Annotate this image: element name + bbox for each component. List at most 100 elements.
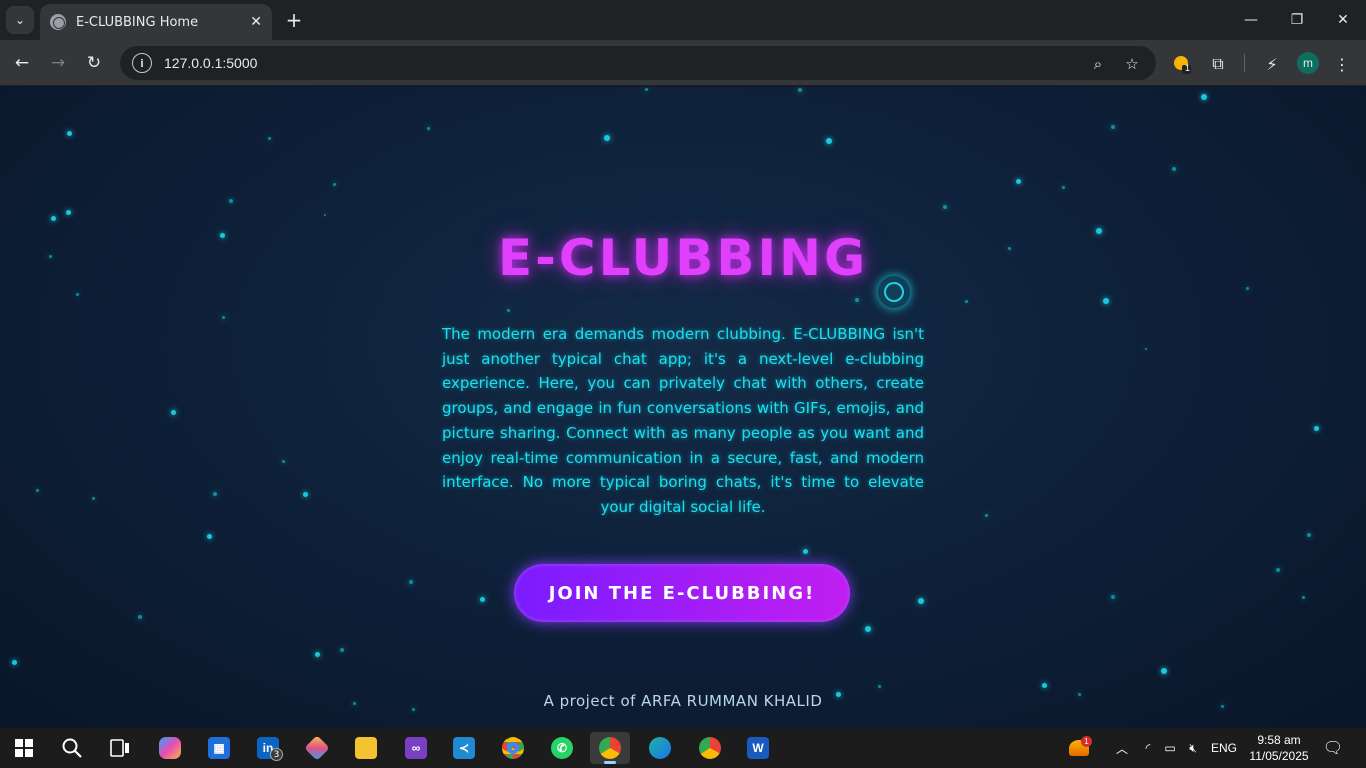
task-view-button[interactable] xyxy=(100,732,140,764)
word-button[interactable]: W xyxy=(738,732,778,764)
address-bar[interactable]: i ⌕ ☆ xyxy=(120,46,1156,80)
star-particle xyxy=(1145,348,1147,350)
whatsapp-button[interactable]: ✆ xyxy=(542,732,582,764)
chrome-alt-button[interactable] xyxy=(690,732,730,764)
star-particle xyxy=(229,199,233,203)
reload-button[interactable]: ↻ xyxy=(80,49,108,77)
star-particle xyxy=(213,492,217,496)
star-particle xyxy=(1042,683,1047,688)
weather-button[interactable]: 1 xyxy=(1064,728,1094,768)
star-particle xyxy=(36,489,39,492)
star-particle xyxy=(798,88,802,92)
performance-icon[interactable]: ⚡ xyxy=(1261,53,1283,75)
notifications-icon[interactable]: 🗨︎ xyxy=(1320,728,1346,768)
star-particle xyxy=(865,626,871,632)
cursor-glow-icon xyxy=(878,276,910,308)
landing-page: E-CLUBBING The modern era demands modern… xyxy=(0,87,1366,728)
restore-button[interactable]: ❐ xyxy=(1274,0,1320,40)
git-button[interactable] xyxy=(297,732,337,764)
new-tab-button[interactable]: + xyxy=(282,8,306,32)
volume-muted-icon[interactable]: 🔇︎ xyxy=(1183,728,1203,768)
tab-title: E-CLUBBING Home xyxy=(76,14,199,30)
whatsapp-icon: ✆ xyxy=(551,737,573,759)
chrome-profile-button[interactable] xyxy=(590,732,630,764)
star-particle xyxy=(1016,179,1021,184)
tab-search-button[interactable]: ⌄ xyxy=(6,6,34,34)
star-particle xyxy=(965,300,968,303)
star-particle xyxy=(340,648,344,652)
star-particle xyxy=(1307,533,1311,537)
url-input[interactable] xyxy=(164,55,1064,71)
star-particle xyxy=(1161,668,1167,674)
clock-date: 11/05/2025 xyxy=(1249,749,1309,763)
star-particle xyxy=(427,127,430,130)
toolbar-divider xyxy=(1244,54,1245,72)
arrow-left-icon: ← xyxy=(14,53,30,73)
file-explorer-button[interactable] xyxy=(346,732,386,764)
language-indicator[interactable]: ENG xyxy=(1208,728,1240,768)
star-particle xyxy=(507,309,510,312)
extension-icon[interactable]: 1 xyxy=(1171,53,1193,75)
extension-badge: 1 xyxy=(1185,63,1191,73)
folder-icon xyxy=(355,737,377,759)
browser-tab-bar: ⌄ E-CLUBBING Home ✕ + — ❐ ✕ xyxy=(0,0,1366,40)
battery-icon[interactable]: ▭ xyxy=(1160,728,1180,768)
star-particle xyxy=(1172,167,1176,171)
search-icon xyxy=(62,738,82,758)
star-particle xyxy=(1103,298,1109,304)
star-particle xyxy=(303,492,308,497)
close-tab-icon[interactable]: ✕ xyxy=(250,14,262,30)
chrome-button[interactable] xyxy=(493,732,533,764)
page-title: E-CLUBBING xyxy=(498,229,868,287)
visual-studio-button[interactable]: ∞ xyxy=(396,732,436,764)
back-button[interactable]: ← xyxy=(8,49,36,77)
store-icon: ▦ xyxy=(208,737,230,759)
clock[interactable]: 9:58 am 11/05/2025 xyxy=(1244,732,1314,764)
taskbar-search-button[interactable] xyxy=(52,732,92,764)
star-particle xyxy=(878,685,881,688)
star-particle xyxy=(315,652,320,657)
edge-icon xyxy=(649,737,671,759)
wifi-icon[interactable]: ◜ xyxy=(1138,728,1158,768)
menu-kebab-icon[interactable]: ⋮ xyxy=(1331,53,1353,75)
forward-button[interactable]: → xyxy=(44,49,72,77)
chrome-profile-icon xyxy=(599,737,621,759)
star-particle xyxy=(207,534,212,539)
start-button[interactable] xyxy=(4,732,44,764)
star-particle xyxy=(324,214,326,216)
copilot-button[interactable] xyxy=(150,732,190,764)
intro-description: The modern era demands modern clubbing. … xyxy=(442,325,924,516)
star-particle xyxy=(51,216,56,221)
minimize-button[interactable]: — xyxy=(1228,0,1274,40)
zoom-icon[interactable]: ⌕ xyxy=(1088,54,1108,74)
star-particle xyxy=(282,460,285,463)
chevron-up-icon[interactable]: ︿ xyxy=(1112,728,1132,768)
profile-avatar[interactable]: m xyxy=(1297,52,1319,74)
linkedin-button[interactable]: in 3 xyxy=(248,732,288,764)
star-particle xyxy=(92,497,95,500)
join-button[interactable]: JOIN THE E-CLUBBING! xyxy=(514,564,850,622)
star-particle xyxy=(604,135,610,141)
star-particle xyxy=(222,316,225,319)
close-window-button[interactable]: ✕ xyxy=(1320,0,1366,40)
edge-button[interactable] xyxy=(640,732,680,764)
vscode-button[interactable]: ≺ xyxy=(444,732,484,764)
star-particle xyxy=(333,183,336,186)
clock-time: 9:58 am xyxy=(1257,733,1301,747)
globe-icon xyxy=(50,14,66,30)
task-view-icon xyxy=(110,739,129,757)
star-particle xyxy=(12,660,17,665)
arrow-right-icon: → xyxy=(50,53,66,73)
chevron-down-icon: ⌄ xyxy=(14,13,26,27)
weather-badge: 1 xyxy=(1081,736,1092,747)
star-particle xyxy=(171,410,176,415)
browser-tab[interactable]: E-CLUBBING Home ✕ xyxy=(40,4,272,40)
star-particle xyxy=(943,205,947,209)
extensions-puzzle-icon[interactable]: ⧉ xyxy=(1207,53,1229,75)
bookmark-star-icon[interactable]: ☆ xyxy=(1122,54,1142,74)
store-button[interactable]: ▦ xyxy=(199,732,239,764)
info-icon[interactable]: i xyxy=(132,53,152,73)
star-particle xyxy=(1201,94,1207,100)
linkedin-badge: 3 xyxy=(270,748,283,761)
star-particle xyxy=(1246,287,1249,290)
